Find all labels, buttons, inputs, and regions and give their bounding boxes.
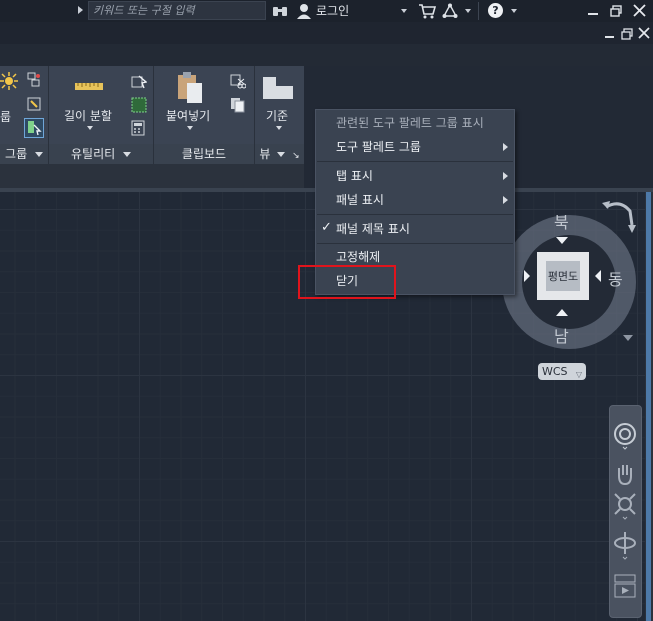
group-selection-toggle-icon[interactable] bbox=[24, 118, 44, 138]
viewcube-arrow-down-icon[interactable] bbox=[556, 309, 568, 316]
panel-title-utilities[interactable]: 유틸리티 bbox=[49, 144, 153, 164]
base-dropdown-icon[interactable] bbox=[276, 126, 282, 130]
calculator-icon[interactable] bbox=[131, 120, 145, 139]
steering-wheel-icon[interactable] bbox=[613, 422, 637, 453]
paste-button-label[interactable]: 붙여넣기 bbox=[166, 107, 210, 124]
wcs-dropdown-icon[interactable]: ▽ bbox=[576, 366, 582, 383]
network-dropdown-icon[interactable] bbox=[465, 9, 471, 13]
help-dropdown-icon[interactable] bbox=[511, 9, 517, 13]
binoculars-icon[interactable] bbox=[272, 3, 288, 22]
document-bar bbox=[0, 22, 653, 44]
chevron-down-icon[interactable] bbox=[123, 152, 131, 157]
check-icon: ✓ bbox=[321, 220, 332, 235]
utilities-panel-label: 유틸리티 bbox=[71, 147, 116, 161]
compass-south-label[interactable]: 남 bbox=[554, 323, 569, 347]
cart-icon[interactable] bbox=[418, 3, 437, 22]
zoom-extents-icon[interactable] bbox=[613, 492, 637, 523]
doc-restore-icon[interactable] bbox=[621, 28, 633, 43]
group-edit-icon[interactable] bbox=[26, 72, 42, 91]
menu-separator bbox=[317, 161, 513, 162]
group-button-label[interactable]: 룹 bbox=[0, 108, 11, 125]
network-icon[interactable] bbox=[442, 3, 458, 22]
panel-title-clipboard[interactable]: 클립보드 bbox=[154, 144, 254, 164]
login-dropdown-icon[interactable] bbox=[401, 9, 407, 13]
doc-close-icon[interactable] bbox=[638, 27, 650, 42]
submenu-arrow-icon bbox=[503, 143, 508, 151]
paste-clipboard-icon[interactable] bbox=[176, 71, 204, 108]
menu-item-show-panels[interactable]: 패널 표시 bbox=[336, 188, 384, 212]
menu-item-label: 도구 팔레트 그룹 bbox=[336, 140, 421, 154]
menu-separator bbox=[317, 243, 513, 244]
chevron-down-icon[interactable] bbox=[34, 152, 43, 157]
panel-title-view[interactable]: 뷰 ↘ bbox=[255, 144, 304, 164]
base-view-icon[interactable] bbox=[262, 76, 294, 103]
search-input[interactable]: 키워드 또는 구절 입력 bbox=[88, 1, 266, 20]
submenu-arrow-icon bbox=[503, 172, 508, 180]
chevron-down-icon[interactable] bbox=[277, 152, 286, 157]
menu-item-tool-palette-group[interactable]: 도구 팔레트 그룹 bbox=[336, 135, 514, 159]
group-select-icon[interactable] bbox=[26, 96, 42, 115]
view-panel-label: 뷰 bbox=[259, 147, 271, 161]
viewcube-menu-icon[interactable] bbox=[623, 335, 633, 341]
cut-icon[interactable] bbox=[230, 74, 247, 93]
pan-hand-icon[interactable] bbox=[613, 462, 637, 489]
ribbon-footer bbox=[0, 164, 304, 188]
minimize-icon[interactable] bbox=[588, 13, 598, 15]
menu-item-show-tabs[interactable]: 탭 표시 bbox=[336, 164, 373, 188]
menu-item-show-related-palette-group[interactable]: 관련된 도구 팔레트 그룹 표시 bbox=[336, 111, 484, 135]
base-button-label[interactable]: 기준 bbox=[266, 107, 288, 124]
close-icon[interactable] bbox=[633, 4, 646, 20]
panel-title-group[interactable]: 그룹 bbox=[0, 144, 48, 164]
group-panel-label: 그룹 bbox=[5, 147, 28, 161]
clipboard-panel-label: 클립보드 bbox=[181, 147, 227, 161]
menu-separator bbox=[317, 214, 513, 215]
measure-dropdown-icon[interactable] bbox=[87, 126, 93, 130]
help-icon[interactable]: ? bbox=[488, 3, 503, 18]
submenu-arrow-icon bbox=[503, 196, 508, 204]
highlight-box bbox=[298, 265, 396, 299]
user-icon[interactable] bbox=[296, 3, 312, 22]
menu-item-show-panel-titles[interactable]: 패널 제목 표시 bbox=[336, 217, 410, 241]
viewcube-arrow-left-icon[interactable] bbox=[524, 270, 530, 282]
copy-icon[interactable] bbox=[230, 97, 246, 116]
quick-select-icon[interactable] bbox=[131, 74, 148, 93]
compass-north-label[interactable]: 북 bbox=[554, 209, 569, 233]
showmotion-icon[interactable] bbox=[613, 574, 637, 601]
wcs-label: WCS bbox=[542, 365, 568, 378]
doc-minimize-icon[interactable] bbox=[605, 36, 614, 38]
select-all-icon[interactable] bbox=[131, 97, 147, 116]
login-label[interactable]: 로그인 bbox=[316, 0, 349, 22]
compass-east-label[interactable]: 동 bbox=[608, 266, 623, 290]
viewcube-arrow-up-icon[interactable] bbox=[556, 237, 568, 244]
viewcube-face-label[interactable]: 평면도 bbox=[543, 268, 583, 284]
paste-dropdown-icon[interactable] bbox=[187, 126, 193, 130]
expand-arrow-icon[interactable] bbox=[78, 6, 83, 14]
restore-icon[interactable] bbox=[610, 5, 622, 20]
viewcube-arrow-right-icon[interactable] bbox=[595, 270, 601, 282]
sun-icon[interactable] bbox=[0, 72, 18, 93]
wcs-menu[interactable]: WCS ▽ bbox=[538, 363, 586, 380]
scrollbar-track[interactable] bbox=[646, 192, 651, 621]
orbit-icon[interactable] bbox=[613, 530, 637, 563]
dialog-launcher-icon[interactable]: ↘ bbox=[292, 151, 300, 161]
measure-ruler-icon[interactable] bbox=[74, 80, 104, 95]
toolbar-divider bbox=[478, 2, 479, 20]
ribbon-tab-bar bbox=[0, 44, 653, 66]
rotate-view-icon[interactable] bbox=[600, 197, 640, 242]
measure-button-label[interactable]: 길이 분할 bbox=[64, 107, 112, 124]
